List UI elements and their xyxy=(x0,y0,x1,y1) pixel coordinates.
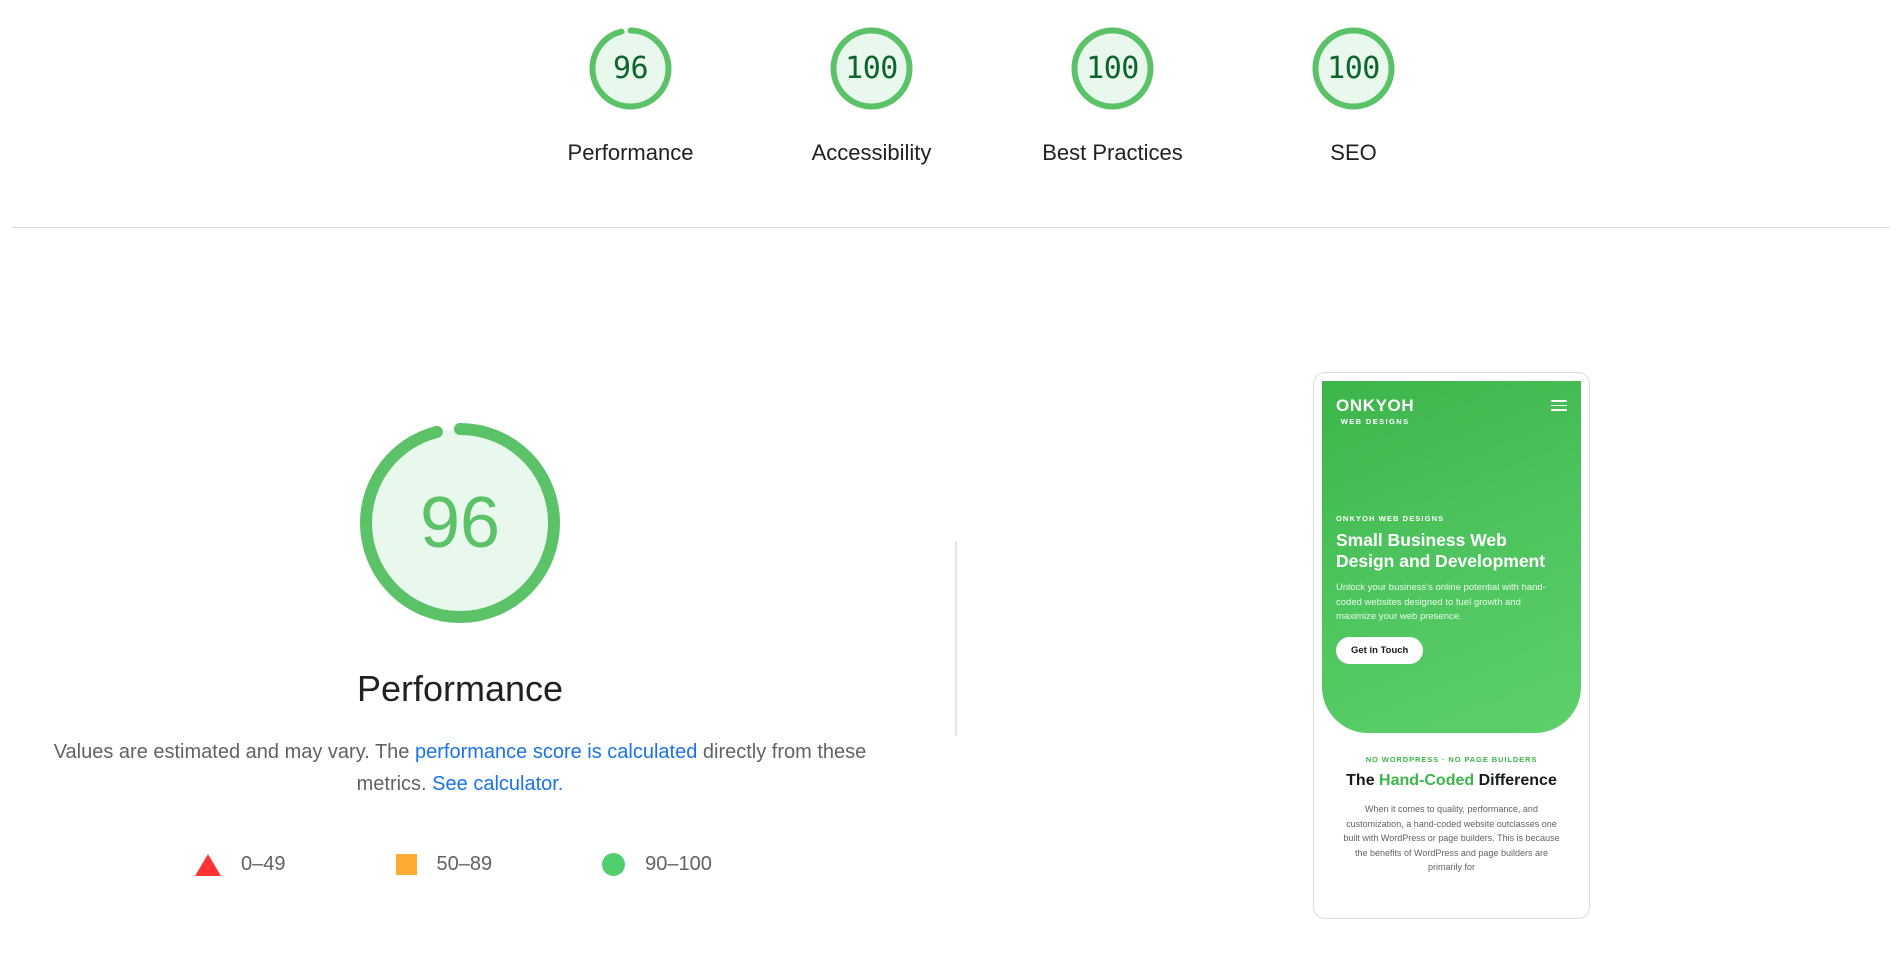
summary-item-performance[interactable]: 96 Performance xyxy=(510,22,751,166)
summary-item-best-practices[interactable]: 100 Best Practices xyxy=(992,22,1233,166)
preview-section2-title-part2: Difference xyxy=(1474,772,1557,789)
preview-logo-name: ONKYOH xyxy=(1336,396,1415,415)
preview-section2-eyebrow: NO WORDPRESS · NO PAGE BUILDERS xyxy=(1365,755,1538,764)
main-content: 96 Performance Values are estimated and … xyxy=(0,228,1902,964)
preview-section2-title-part1: The xyxy=(1346,772,1380,789)
performance-gauge: 96 xyxy=(340,403,580,643)
triangle-icon xyxy=(195,853,221,876)
hamburger-menu-icon xyxy=(1551,400,1567,411)
circular-gauge-icon: 100 xyxy=(825,22,918,115)
circular-gauge-icon: 96 xyxy=(584,22,677,115)
page-title: Performance xyxy=(356,668,564,709)
legend-item-good: 90–100 xyxy=(602,853,712,876)
summary-label-accessibility: Accessibility xyxy=(811,140,932,165)
summary-score-value: 100 xyxy=(1086,50,1139,86)
summary-score-value: 100 xyxy=(845,50,898,86)
preview-section2-title-highlight: Hand-Coded xyxy=(1379,772,1475,789)
preview-cta-button: Get in Touch xyxy=(1336,637,1424,665)
summary-scores-bar: 96 Performance 100 Accessibility 100 Bes… xyxy=(0,0,1902,228)
circular-gauge-icon: 96 xyxy=(340,403,580,643)
preview-hero-body: Unlock your business's online potential … xyxy=(1336,582,1546,622)
performance-score-panel: 96 Performance Values are estimated and … xyxy=(0,228,920,964)
preview-logo: ONKYOH WEB DESIGNS xyxy=(1336,397,1414,426)
summary-item-accessibility[interactable]: 100 Accessibility xyxy=(751,22,992,166)
summary-label-performance: Performance xyxy=(567,140,694,165)
preview-section2-title: The Hand-Coded Difference xyxy=(1338,771,1565,791)
legend-label-average: 50–89 xyxy=(436,853,493,875)
preview-second-section: NO WORDPRESS · NO PAGE BUILDERS The Hand… xyxy=(1322,733,1581,875)
legend-item-average: 50–89 xyxy=(395,853,493,876)
circular-gauge-icon: 100 xyxy=(1066,22,1159,115)
legend-item-poor: 0–49 xyxy=(195,853,286,876)
mobile-screenshot-preview: ONKYOH WEB DESIGNS ONKYOH WEB DESIGNS Sm… xyxy=(1313,372,1590,919)
performance-score-value: 96 xyxy=(419,483,501,563)
preview-logo-tagline: WEB DESIGNS xyxy=(1340,417,1410,426)
circle-icon xyxy=(602,853,626,876)
mobile-screenshot-viewport: ONKYOH WEB DESIGNS ONKYOH WEB DESIGNS Sm… xyxy=(1322,381,1581,912)
legend-label-good: 90–100 xyxy=(645,853,712,875)
legend-label-poor: 0–49 xyxy=(241,853,286,875)
score-description: Values are estimated and may vary. The p… xyxy=(30,736,890,800)
see-calculator-link[interactable]: See calculator. xyxy=(432,773,563,795)
score-description-prefix: Values are estimated and may vary. The xyxy=(53,741,415,763)
summary-item-seo[interactable]: 100 SEO xyxy=(1233,22,1474,166)
summary-score-value: 100 xyxy=(1327,50,1380,86)
circular-gauge-icon: 100 xyxy=(1307,22,1400,115)
summary-gauge-row: 96 Performance 100 Accessibility 100 Bes… xyxy=(510,22,1474,166)
preview-hero-title: Small Business Web Design and Developmen… xyxy=(1336,530,1546,571)
performance-score-calculated-link[interactable]: performance score is calculated xyxy=(415,741,697,763)
square-icon xyxy=(395,854,417,875)
summary-label-best-practices: Best Practices xyxy=(1042,140,1183,165)
summary-score-value: 96 xyxy=(612,50,649,86)
preview-header: ONKYOH WEB DESIGNS xyxy=(1336,397,1567,426)
preview-hero-eyebrow: ONKYOH WEB DESIGNS xyxy=(1336,514,1445,523)
preview-hero-section: ONKYOH WEB DESIGNS ONKYOH WEB DESIGNS Sm… xyxy=(1322,381,1581,733)
score-legend: 0–49 50–89 90–100 xyxy=(195,853,712,876)
summary-label-seo: SEO xyxy=(1330,140,1377,165)
preview-section2-body: When it comes to quality, performance, a… xyxy=(1343,804,1560,873)
vertical-divider xyxy=(955,541,957,736)
